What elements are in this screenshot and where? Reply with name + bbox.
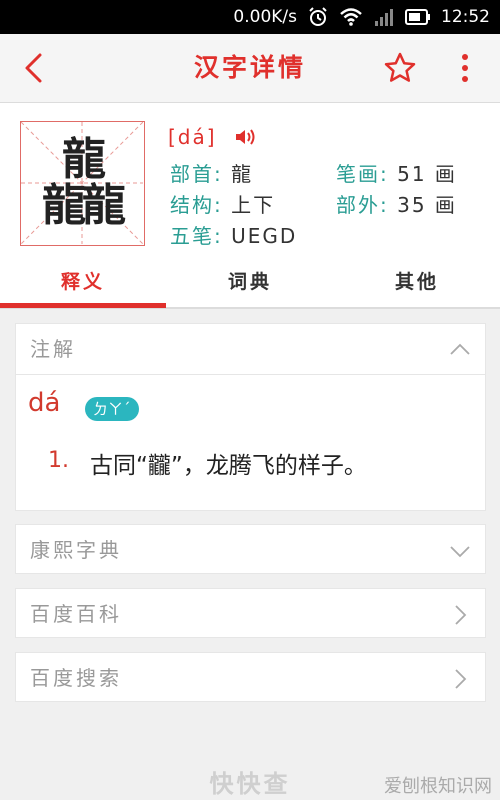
notes-pinyin: dá bbox=[28, 388, 61, 418]
chevron-right-icon[interactable] bbox=[449, 604, 471, 626]
character-grid-box: 龍 龍龍 bbox=[20, 121, 145, 246]
baike-title: 百度百科 bbox=[30, 602, 122, 626]
wubi-label: 五笔: bbox=[170, 224, 223, 248]
active-tab-indicator bbox=[0, 303, 166, 308]
extra-strokes-value: 35 画 bbox=[397, 193, 457, 217]
wifi-icon bbox=[339, 7, 363, 27]
glyph-bottom: 龍龍 bbox=[42, 180, 126, 231]
chevron-down-icon[interactable] bbox=[449, 540, 471, 562]
clock: 12:52 bbox=[441, 7, 490, 27]
tab-bar: 释义 词典 其他 bbox=[0, 259, 500, 309]
net-speed: 0.00K/s bbox=[233, 7, 297, 27]
structure-label: 结构: bbox=[170, 193, 223, 217]
structure-value: 上下 bbox=[231, 193, 276, 217]
strokes-field: 笔画: 51 画 bbox=[336, 158, 457, 187]
strokes-value: 51 画 bbox=[397, 162, 457, 186]
search-title: 百度搜索 bbox=[30, 666, 122, 690]
definition-number: 1. bbox=[48, 448, 69, 473]
page-title: 汉字详情 bbox=[193, 53, 306, 82]
search-card[interactable]: 百度搜索 bbox=[15, 652, 486, 702]
kangxi-title: 康熙字典 bbox=[30, 538, 122, 562]
notes-card: 注解 dá ㄉㄚˊ 1. 古同“龖”，龙腾飞的样子。 bbox=[15, 323, 486, 511]
tab-dictionary[interactable]: 词典 bbox=[167, 259, 333, 307]
site-watermark: 爱刨根知识网 bbox=[384, 776, 492, 797]
chevron-up-icon[interactable] bbox=[449, 339, 471, 361]
radical-label: 部首: bbox=[170, 162, 223, 186]
more-options-icon[interactable] bbox=[452, 50, 478, 86]
signal-icon bbox=[373, 7, 395, 27]
status-bar: 0.00K/s 12:52 bbox=[0, 0, 500, 34]
baike-card[interactable]: 百度百科 bbox=[15, 588, 486, 638]
radical-value: 龍 bbox=[231, 162, 254, 186]
glyph-top: 龍 bbox=[62, 134, 106, 185]
character-glyph: 龍 龍龍 bbox=[21, 122, 143, 244]
chevron-right-icon[interactable] bbox=[449, 668, 471, 690]
wubi-value: UEGD bbox=[231, 224, 298, 248]
radical-field: 部首: 龍 bbox=[170, 158, 253, 187]
strokes-label: 笔画: bbox=[336, 162, 389, 186]
battery-icon bbox=[405, 9, 431, 25]
extra-strokes-field: 部外: 35 画 bbox=[336, 189, 457, 218]
notes-header[interactable]: 注解 bbox=[30, 324, 76, 374]
divider bbox=[16, 374, 485, 375]
kangxi-card[interactable]: 康熙字典 bbox=[15, 524, 486, 574]
zhuyin-badge: ㄉㄚˊ bbox=[85, 397, 139, 421]
pinyin-label: [dá] bbox=[168, 125, 217, 149]
extra-strokes-label: 部外: bbox=[336, 193, 389, 217]
app-header: 汉字详情 bbox=[0, 34, 500, 103]
favorite-star-icon[interactable] bbox=[382, 50, 418, 86]
alarm-icon bbox=[307, 6, 329, 28]
definition-text: 古同“龖”，龙腾飞的样子。 bbox=[90, 453, 367, 479]
tab-other[interactable]: 其他 bbox=[334, 259, 500, 307]
structure-field: 结构: 上下 bbox=[170, 189, 275, 218]
wubi-field: 五笔: UEGD bbox=[170, 220, 297, 249]
tab-definition[interactable]: 释义 bbox=[0, 259, 166, 307]
speaker-icon[interactable] bbox=[234, 127, 258, 151]
